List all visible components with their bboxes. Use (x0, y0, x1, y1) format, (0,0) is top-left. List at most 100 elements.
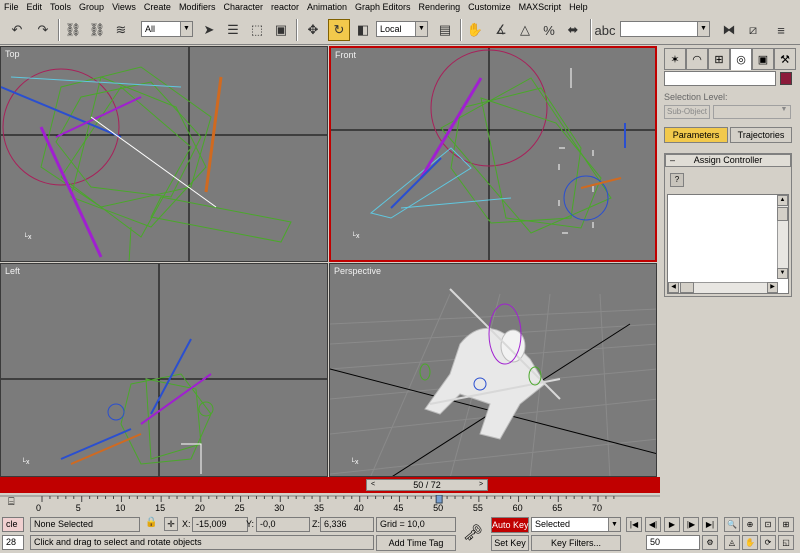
set-key-button[interactable]: Set Key (491, 535, 529, 551)
assign-controller-icon[interactable]: ? (670, 173, 684, 187)
selection-filter-dropdown[interactable]: All ▼ (141, 21, 193, 37)
viewport-perspective[interactable]: └x Perspective (329, 263, 657, 477)
zoom-all-icon[interactable]: ⊕ (742, 517, 758, 532)
select-and-rotate-icon[interactable]: ↻ (328, 19, 350, 41)
zoom-extents-all-icon[interactable]: ⊞ (778, 517, 794, 532)
menu-views[interactable]: Views (108, 0, 140, 14)
menu-group[interactable]: Group (75, 0, 108, 14)
viewport-label[interactable]: Top (5, 49, 20, 59)
track-view-toggle-icon[interactable]: ⌸ (8, 496, 15, 509)
set-key-mode-icon[interactable]: 🗝 (458, 523, 488, 547)
scroll-up-icon[interactable]: ▲ (777, 195, 788, 206)
menu-file[interactable]: File (0, 0, 23, 14)
next-frame-icon[interactable]: > (476, 480, 486, 490)
object-name-field[interactable] (664, 71, 776, 86)
window-crossing-icon[interactable]: ▣ (270, 19, 292, 41)
scroll-down-icon[interactable]: ▼ (777, 268, 788, 279)
menu-maxscript[interactable]: MAXScript (515, 0, 566, 14)
undo-icon[interactable]: ↶ (6, 19, 28, 41)
trajectories-button[interactable]: Trajectories (730, 127, 792, 143)
viewport-top[interactable]: └x Top (0, 46, 328, 262)
hierarchy-tab-icon[interactable]: ⊞ (708, 48, 730, 70)
menu-edit[interactable]: Edit (23, 0, 47, 14)
menu-tools[interactable]: Tools (46, 0, 75, 14)
scroll-thumb[interactable] (680, 282, 694, 293)
menu-animation[interactable]: Animation (303, 0, 351, 14)
auto-key-button[interactable]: Auto Key (491, 517, 529, 533)
menu-modifiers[interactable]: Modifiers (175, 0, 220, 14)
menu-create[interactable]: Create (140, 0, 175, 14)
zoom-icon[interactable]: 🔍 (724, 517, 740, 532)
rollout-header[interactable]: – Assign Controller (665, 154, 791, 167)
select-and-scale-icon[interactable]: ◧ (352, 19, 374, 41)
maxscript-listener-field[interactable]: cle (2, 517, 24, 532)
menu-customize[interactable]: Customize (464, 0, 515, 14)
z-coordinate-field[interactable]: 6,336 (320, 517, 374, 532)
create-tab-icon[interactable]: ✶ (664, 48, 686, 70)
y-coordinate-field[interactable]: -0,0 (256, 517, 310, 532)
scroll-left-icon[interactable]: ◀ (668, 282, 679, 293)
layer-manager-icon[interactable]: ≡ (770, 19, 792, 41)
menu-rendering[interactable]: Rendering (415, 0, 465, 14)
viewport-left[interactable]: └x Left (0, 263, 328, 477)
pan-icon[interactable]: ✋ (742, 535, 758, 550)
next-frame-icon[interactable]: |▶ (683, 517, 699, 532)
arc-rotate-icon[interactable]: ⟳ (760, 535, 776, 550)
spinner-snap-icon[interactable]: ⬌ (562, 19, 584, 41)
controller-tree-list[interactable]: ▲ ▼ ◀ ▶ (667, 194, 789, 294)
edit-named-selection-icon[interactable]: abc (594, 19, 616, 41)
current-frame-field[interactable]: 50 (646, 535, 700, 550)
angle-snap-icon[interactable]: △ (514, 19, 536, 41)
scroll-right-icon[interactable]: ▶ (767, 282, 778, 293)
menu-graph-editors[interactable]: Graph Editors (351, 0, 415, 14)
time-slider[interactable]: < 50 / 72 > (366, 479, 488, 491)
menu-reactor[interactable]: reactor (267, 0, 303, 14)
maximize-viewport-icon[interactable]: ◱ (778, 535, 794, 550)
mirror-icon[interactable]: ⧓ (718, 19, 740, 41)
add-time-tag-button[interactable]: Add Time Tag (376, 535, 456, 551)
maxscript-line-field[interactable]: 28 (2, 535, 24, 550)
reference-coordinate-dropdown[interactable]: Local ▼ (376, 21, 428, 37)
go-to-start-icon[interactable]: |◀ (626, 517, 642, 532)
horizontal-scrollbar[interactable]: ◀ ▶ (668, 282, 778, 293)
object-color-swatch[interactable] (780, 72, 792, 85)
display-tab-icon[interactable]: ▣ (752, 48, 774, 70)
track-bar[interactable]: 0 5 10 15 20 25 30 35 40 45 50 55 60 65 70 ⌸ (0, 494, 660, 515)
select-by-name-icon[interactable]: ☰ (222, 19, 244, 41)
sub-object-dropdown[interactable]: ▼ (713, 105, 791, 119)
viewport-label[interactable]: Front (335, 50, 356, 60)
key-mode-dropdown[interactable]: Selected ▼ (531, 517, 621, 532)
vertical-scrollbar[interactable]: ▲ ▼ (777, 195, 788, 279)
percent-snap-icon[interactable]: % (538, 19, 560, 41)
go-to-end-icon[interactable]: ▶| (702, 517, 718, 532)
rectangle-selection-icon[interactable]: ⬚ (246, 19, 268, 41)
prev-frame-icon[interactable]: < (368, 480, 378, 490)
viewport-front[interactable]: └x Front (329, 46, 657, 262)
align-icon[interactable]: ⧄ (742, 19, 764, 41)
bind-space-warp-icon[interactable]: ≋ (110, 19, 132, 41)
modify-tab-icon[interactable]: ◠ (686, 48, 708, 70)
absolute-mode-icon[interactable]: ✛ (164, 517, 178, 531)
select-and-move-icon[interactable]: ✥ (302, 19, 324, 41)
x-coordinate-field[interactable]: -15,009 (192, 517, 248, 532)
motion-tab-icon[interactable]: ◎ (730, 48, 752, 70)
menu-character[interactable]: Character (219, 0, 267, 14)
lock-selection-icon[interactable]: 🔒 (145, 517, 157, 528)
play-icon[interactable]: ▶ (664, 517, 680, 532)
zoom-extents-icon[interactable]: ⊡ (760, 517, 776, 532)
field-of-view-icon[interactable]: ◬ (724, 535, 740, 550)
parameters-button[interactable]: Parameters (664, 127, 728, 143)
select-object-icon[interactable]: ➤ (198, 19, 220, 41)
utilities-tab-icon[interactable]: ⚒ (774, 48, 796, 70)
scroll-thumb[interactable] (777, 207, 788, 221)
sub-object-button[interactable]: Sub-Object (664, 105, 710, 119)
redo-icon[interactable]: ↷ (32, 19, 54, 41)
select-and-manipulate-icon[interactable]: ✋ (464, 19, 486, 41)
previous-frame-icon[interactable]: ◀| (645, 517, 661, 532)
pivot-center-icon[interactable]: ▤ (434, 19, 456, 41)
time-configuration-icon[interactable]: ⚙ (702, 535, 718, 550)
named-selection-sets-dropdown[interactable]: ▼ (620, 21, 710, 37)
viewport-label[interactable]: Perspective (334, 266, 381, 276)
snaps-toggle-icon[interactable]: ∡ (490, 19, 512, 41)
menu-help[interactable]: Help (565, 0, 592, 14)
